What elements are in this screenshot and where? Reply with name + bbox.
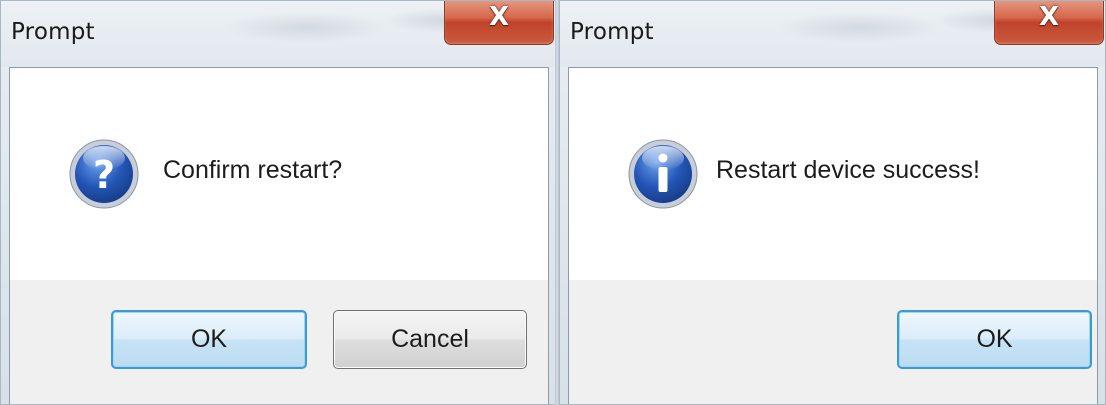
message-area: ? Confirm restart? [10,68,548,280]
dialog-body: ? Confirm restart? OK Cancel [9,67,549,404]
close-icon: X [1038,2,1060,32]
message-text: Confirm restart? [163,156,343,184]
ok-button[interactable]: OK [897,310,1092,369]
close-button[interactable]: X [444,1,554,45]
info-icon [628,139,698,209]
confirm-dialog: Prompt X ? Confirm restart? OK Cancel [0,0,557,405]
close-button[interactable]: X [994,1,1104,45]
dialog-body: Restart device success! OK [568,67,1098,404]
info-dialog: Prompt X Restart device success! OK [559,0,1106,405]
ok-button[interactable]: OK [111,310,307,369]
cancel-button[interactable]: Cancel [333,310,527,369]
dialog-title-bar[interactable]: Prompt X [560,1,1105,67]
dialog-title: Prompt [570,19,654,45]
question-icon: ? [69,139,139,209]
close-icon: X [488,2,510,32]
message-area: Restart device success! [569,68,1097,280]
message-text: Restart device success! [716,156,980,184]
svg-text:?: ? [93,153,115,197]
dialog-title-bar[interactable]: Prompt X [1,1,556,67]
dialog-title: Prompt [11,19,95,45]
